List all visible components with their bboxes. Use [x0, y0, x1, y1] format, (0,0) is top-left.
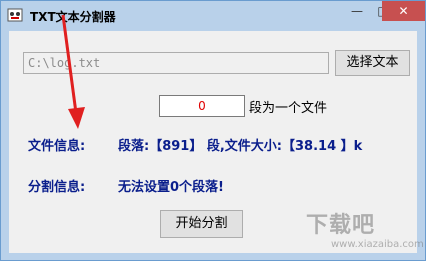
start-split-button[interactable]: 开始分割	[160, 210, 243, 238]
file-info-value: 段落:【891】 段,文件大小:【38.14 】k	[118, 139, 363, 154]
close-button[interactable]: ✕	[382, 1, 425, 21]
segment-count-suffix: 段为一个文件	[249, 101, 328, 116]
select-text-button[interactable]: 选择文本	[335, 50, 410, 76]
app-window: TXT文本分割器 — □ ✕ C:\log.txt 选择文本 0 段为一个文件 …	[0, 0, 426, 261]
split-info-value: 无法设置0个段落!	[118, 180, 224, 195]
file-info-label: 文件信息:	[28, 139, 86, 154]
watermark-logo: 下载吧	[306, 213, 376, 238]
app-icon	[7, 8, 23, 22]
minimize-button[interactable]: —	[344, 1, 370, 21]
split-info-label: 分割信息:	[28, 180, 86, 195]
annotation-arrow-icon	[61, 14, 85, 129]
watermark-url: www.xiazaiba.com	[331, 239, 424, 250]
segment-count-input[interactable]: 0	[159, 95, 245, 117]
